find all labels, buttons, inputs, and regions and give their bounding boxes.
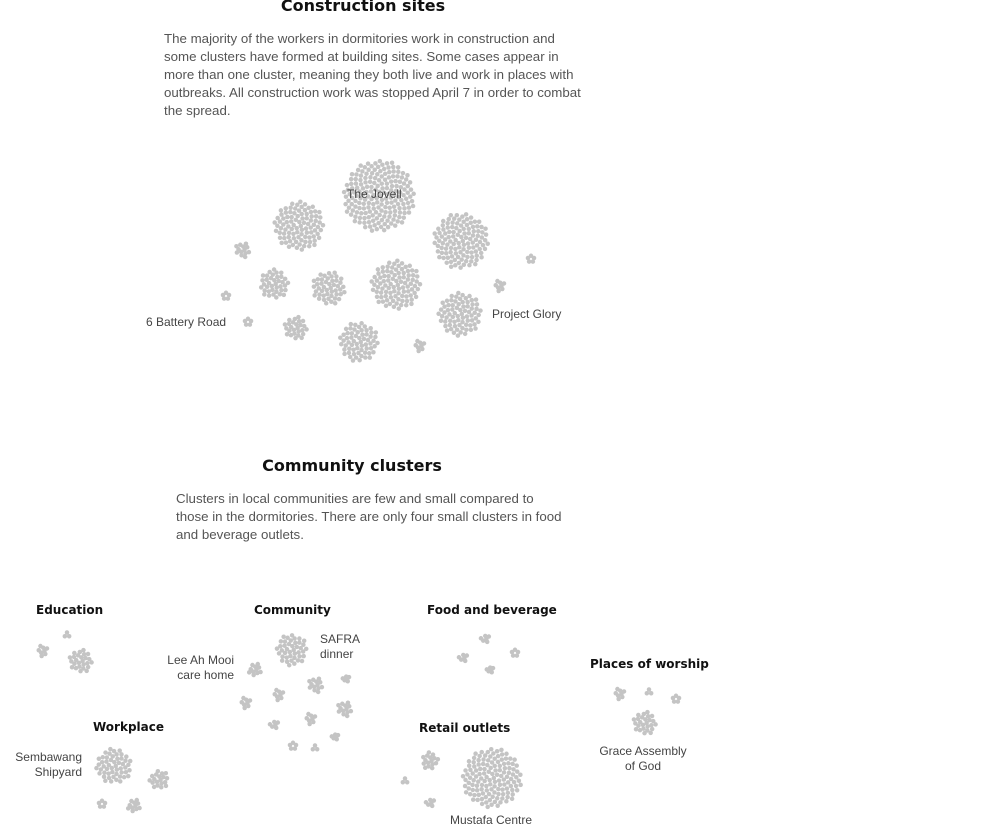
cluster-construction-k bbox=[338, 321, 380, 363]
category-places-of-worship: Places of worship bbox=[590, 657, 709, 671]
category-food-and-beverage: Food and beverage bbox=[427, 603, 557, 617]
cluster-worship-b bbox=[644, 687, 654, 696]
cluster-food-c bbox=[456, 652, 470, 664]
cluster-education-a bbox=[62, 630, 72, 639]
cluster-food-d bbox=[484, 665, 496, 675]
cluster-community-b bbox=[307, 676, 325, 695]
label-sembawang-shipyard: Sembawang Shipyard bbox=[15, 750, 82, 779]
cluster-worship-a bbox=[613, 686, 627, 702]
community-title: Community clusters bbox=[262, 456, 442, 475]
cluster-retail-b bbox=[400, 776, 410, 785]
cluster-community-leeahmooi bbox=[246, 661, 263, 678]
cluster-community-safra bbox=[274, 633, 309, 668]
cluster-retail-c bbox=[423, 797, 437, 809]
cluster-food-a bbox=[478, 633, 492, 645]
cluster-construction-d bbox=[525, 253, 537, 264]
cluster-retail-a bbox=[421, 750, 441, 771]
cluster-education-c bbox=[67, 647, 94, 674]
cluster-construction-glory bbox=[436, 290, 483, 338]
label-lee-ah-mooi-care-home: Lee Ah Mooi care home bbox=[167, 653, 234, 682]
label-safra-dinner: SAFRA dinner bbox=[320, 632, 361, 661]
cluster-community-i bbox=[287, 740, 299, 751]
cluster-community-d bbox=[239, 695, 253, 711]
cluster-construction-a bbox=[272, 199, 326, 252]
cluster-construction-l bbox=[413, 338, 427, 354]
cluster-construction-c bbox=[234, 241, 252, 260]
cluster-construction-b bbox=[432, 212, 490, 270]
cluster-construction-j bbox=[282, 314, 309, 341]
cluster-community-g bbox=[267, 719, 281, 731]
category-education: Education bbox=[36, 603, 104, 617]
cluster-community-j bbox=[310, 743, 320, 752]
cluster-community-f bbox=[304, 711, 318, 727]
cluster-workplace-sembawang bbox=[94, 746, 133, 784]
cluster-community-h bbox=[329, 732, 341, 742]
label-project-glory: Project Glory bbox=[492, 307, 562, 321]
cluster-workplace-b bbox=[96, 798, 108, 809]
cluster-construction-e bbox=[258, 267, 291, 300]
category-retail-outlets: Retail outlets bbox=[419, 721, 511, 735]
cluster-community-a bbox=[340, 674, 352, 684]
cluster-community-c bbox=[272, 687, 286, 703]
cluster-retail-mustafa bbox=[460, 746, 523, 810]
cluster-worship-grace bbox=[631, 709, 658, 736]
community-description: Clusters in local communities are few an… bbox=[176, 491, 562, 542]
label-6-battery-road: 6 Battery Road bbox=[146, 315, 227, 329]
category-workplace: Workplace bbox=[93, 720, 165, 734]
construction-description: The majority of the workers in dormitori… bbox=[164, 31, 581, 118]
construction-title: Construction sites bbox=[280, 0, 446, 15]
cluster-workplace-a bbox=[147, 769, 170, 790]
cluster-construction-h bbox=[493, 278, 507, 294]
cluster-worship-c bbox=[670, 693, 682, 704]
label-the-jovell: The Jovell bbox=[347, 187, 402, 201]
label-grace-assembly-of-god: Grace Assembly of God bbox=[599, 744, 687, 773]
cluster-food-b bbox=[509, 647, 521, 658]
cluster-community-e bbox=[336, 700, 354, 719]
cluster-education-b bbox=[36, 643, 50, 659]
category-community: Community bbox=[254, 603, 331, 617]
cluster-construction-g bbox=[369, 258, 423, 311]
cluster-bubbles bbox=[36, 158, 682, 814]
cluster-construction-battery bbox=[242, 316, 254, 327]
cluster-construction-i bbox=[220, 290, 232, 301]
cluster-construction-f bbox=[311, 270, 347, 306]
cluster-workplace-c bbox=[125, 797, 142, 814]
